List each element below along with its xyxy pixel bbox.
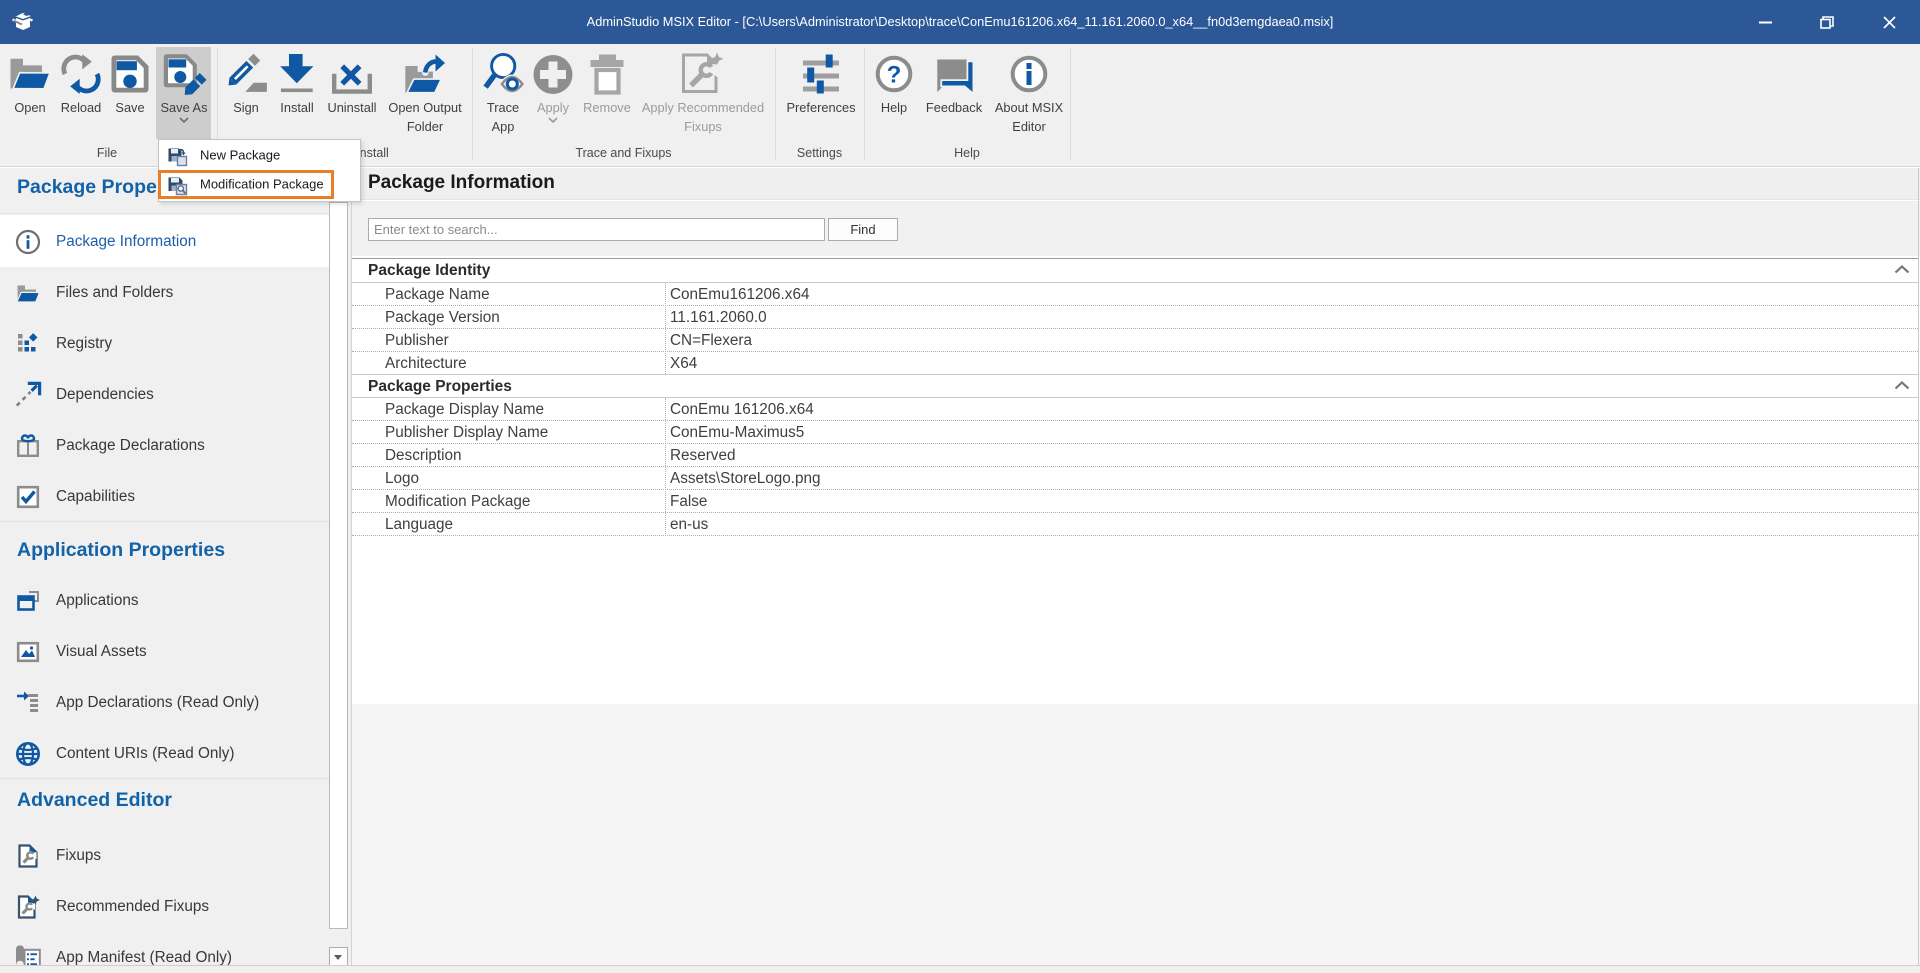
svg-text:?: ? [887,62,902,89]
